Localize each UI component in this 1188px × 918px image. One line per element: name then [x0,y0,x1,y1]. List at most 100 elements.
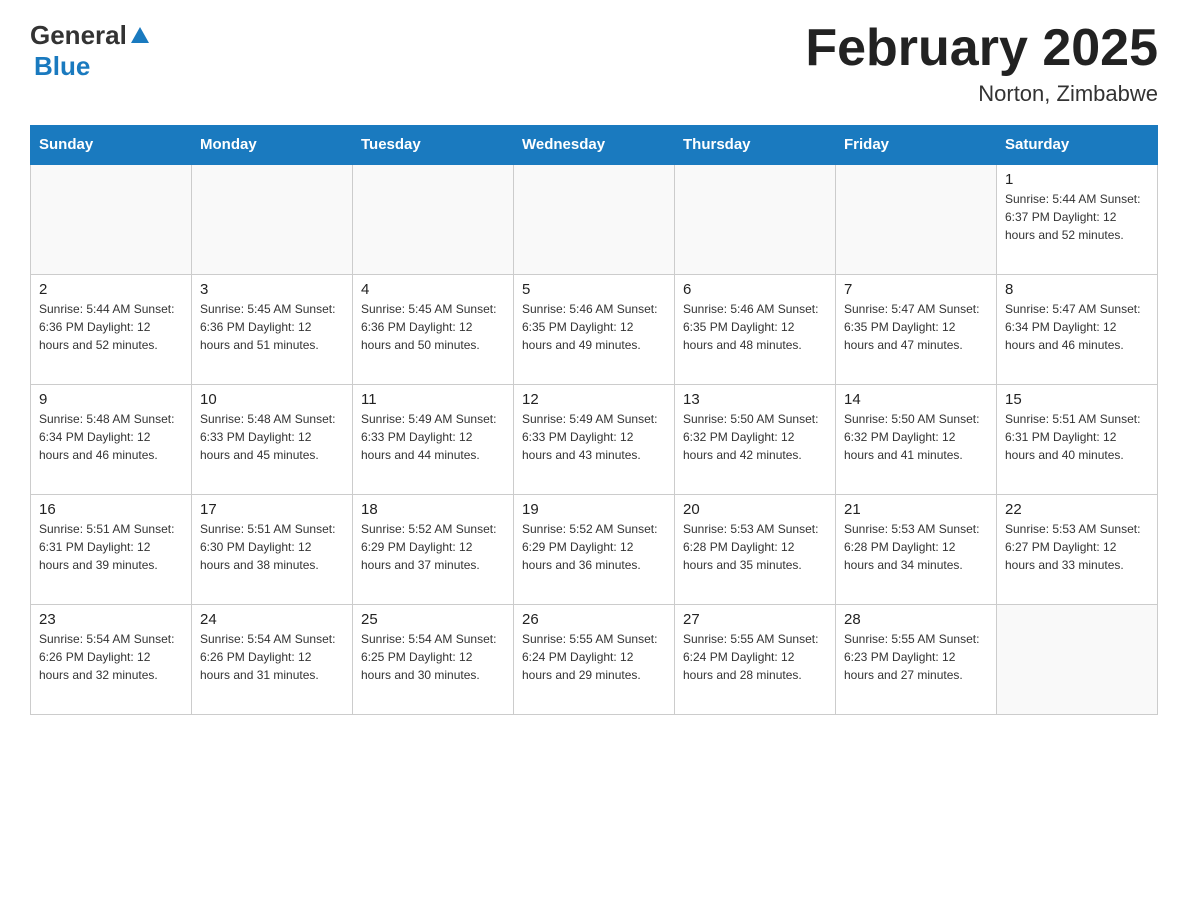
calendar-cell: 4 Sunrise: 5:45 AM Sunset: 6:36 PM Daylig… [353,274,514,384]
calendar-cell: 16 Sunrise: 5:51 AM Sunset: 6:31 PM Dayli… [31,494,192,604]
day-info: Sunrise: 5:51 AM Sunset: 6:31 PM Dayligh… [39,520,183,574]
calendar-cell: 17 Sunrise: 5:51 AM Sunset: 6:30 PM Dayli… [192,494,353,604]
calendar-cell: 21 Sunrise: 5:53 AM Sunset: 6:28 PM Dayli… [836,494,997,604]
day-info: Sunrise: 5:45 AM Sunset: 6:36 PM Dayligh… [361,300,505,354]
logo-general-text: General [30,20,127,51]
calendar-week-2: 2 Sunrise: 5:44 AM Sunset: 6:36 PM Daylig… [31,274,1158,384]
day-info: Sunrise: 5:49 AM Sunset: 6:33 PM Dayligh… [361,410,505,464]
day-number: 17 [200,501,344,518]
col-header-tuesday: Tuesday [353,126,514,165]
calendar-cell [514,164,675,274]
calendar-week-3: 9 Sunrise: 5:48 AM Sunset: 6:34 PM Daylig… [31,384,1158,494]
calendar-cell: 8 Sunrise: 5:47 AM Sunset: 6:34 PM Daylig… [997,274,1158,384]
logo: General Blue [30,20,151,82]
day-info: Sunrise: 5:45 AM Sunset: 6:36 PM Dayligh… [200,300,344,354]
calendar-cell: 26 Sunrise: 5:55 AM Sunset: 6:24 PM Dayli… [514,604,675,714]
day-number: 16 [39,501,183,518]
calendar-cell: 23 Sunrise: 5:54 AM Sunset: 6:26 PM Dayli… [31,604,192,714]
calendar-cell: 11 Sunrise: 5:49 AM Sunset: 6:33 PM Dayli… [353,384,514,494]
day-number: 3 [200,281,344,298]
day-info: Sunrise: 5:54 AM Sunset: 6:26 PM Dayligh… [39,630,183,684]
calendar-cell: 13 Sunrise: 5:50 AM Sunset: 6:32 PM Dayli… [675,384,836,494]
day-info: Sunrise: 5:46 AM Sunset: 6:35 PM Dayligh… [522,300,666,354]
calendar-cell: 12 Sunrise: 5:49 AM Sunset: 6:33 PM Dayli… [514,384,675,494]
day-number: 15 [1005,391,1149,408]
day-info: Sunrise: 5:55 AM Sunset: 6:23 PM Dayligh… [844,630,988,684]
col-header-sunday: Sunday [31,126,192,165]
day-number: 25 [361,611,505,628]
day-number: 12 [522,391,666,408]
day-info: Sunrise: 5:51 AM Sunset: 6:30 PM Dayligh… [200,520,344,574]
day-info: Sunrise: 5:51 AM Sunset: 6:31 PM Dayligh… [1005,410,1149,464]
day-info: Sunrise: 5:47 AM Sunset: 6:35 PM Dayligh… [844,300,988,354]
calendar-week-5: 23 Sunrise: 5:54 AM Sunset: 6:26 PM Dayli… [31,604,1158,714]
day-number: 1 [1005,171,1149,188]
calendar-week-4: 16 Sunrise: 5:51 AM Sunset: 6:31 PM Dayli… [31,494,1158,604]
calendar-table: SundayMondayTuesdayWednesdayThursdayFrid… [30,125,1158,715]
day-number: 26 [522,611,666,628]
calendar-cell [997,604,1158,714]
day-info: Sunrise: 5:54 AM Sunset: 6:26 PM Dayligh… [200,630,344,684]
calendar-header-row: SundayMondayTuesdayWednesdayThursdayFrid… [31,126,1158,165]
day-info: Sunrise: 5:44 AM Sunset: 6:36 PM Dayligh… [39,300,183,354]
day-info: Sunrise: 5:55 AM Sunset: 6:24 PM Dayligh… [683,630,827,684]
day-info: Sunrise: 5:48 AM Sunset: 6:34 PM Dayligh… [39,410,183,464]
day-info: Sunrise: 5:53 AM Sunset: 6:28 PM Dayligh… [683,520,827,574]
col-header-friday: Friday [836,126,997,165]
day-info: Sunrise: 5:44 AM Sunset: 6:37 PM Dayligh… [1005,190,1149,244]
calendar-cell: 6 Sunrise: 5:46 AM Sunset: 6:35 PM Daylig… [675,274,836,384]
calendar-cell: 9 Sunrise: 5:48 AM Sunset: 6:34 PM Daylig… [31,384,192,494]
calendar-cell [836,164,997,274]
calendar-cell [31,164,192,274]
day-number: 8 [1005,281,1149,298]
day-info: Sunrise: 5:49 AM Sunset: 6:33 PM Dayligh… [522,410,666,464]
day-info: Sunrise: 5:52 AM Sunset: 6:29 PM Dayligh… [361,520,505,574]
day-number: 7 [844,281,988,298]
day-number: 21 [844,501,988,518]
calendar-subtitle: Norton, Zimbabwe [805,81,1158,107]
calendar-cell: 3 Sunrise: 5:45 AM Sunset: 6:36 PM Daylig… [192,274,353,384]
header: General Blue February 2025 Norton, Zimba… [30,20,1158,107]
day-info: Sunrise: 5:54 AM Sunset: 6:25 PM Dayligh… [361,630,505,684]
calendar-cell [675,164,836,274]
col-header-monday: Monday [192,126,353,165]
day-number: 22 [1005,501,1149,518]
day-number: 24 [200,611,344,628]
day-info: Sunrise: 5:53 AM Sunset: 6:28 PM Dayligh… [844,520,988,574]
day-number: 14 [844,391,988,408]
day-number: 11 [361,391,505,408]
day-info: Sunrise: 5:47 AM Sunset: 6:34 PM Dayligh… [1005,300,1149,354]
day-info: Sunrise: 5:55 AM Sunset: 6:24 PM Dayligh… [522,630,666,684]
col-header-thursday: Thursday [675,126,836,165]
day-number: 9 [39,391,183,408]
day-number: 20 [683,501,827,518]
day-number: 10 [200,391,344,408]
col-header-wednesday: Wednesday [514,126,675,165]
day-info: Sunrise: 5:53 AM Sunset: 6:27 PM Dayligh… [1005,520,1149,574]
day-number: 13 [683,391,827,408]
day-number: 2 [39,281,183,298]
day-number: 4 [361,281,505,298]
day-number: 28 [844,611,988,628]
title-area: February 2025 Norton, Zimbabwe [805,20,1158,107]
calendar-cell: 5 Sunrise: 5:46 AM Sunset: 6:35 PM Daylig… [514,274,675,384]
calendar-cell: 14 Sunrise: 5:50 AM Sunset: 6:32 PM Dayli… [836,384,997,494]
day-number: 5 [522,281,666,298]
logo-blue-text: Blue [34,51,90,82]
day-info: Sunrise: 5:52 AM Sunset: 6:29 PM Dayligh… [522,520,666,574]
calendar-cell: 25 Sunrise: 5:54 AM Sunset: 6:25 PM Dayli… [353,604,514,714]
calendar-cell [192,164,353,274]
calendar-title: February 2025 [805,20,1158,77]
calendar-cell: 22 Sunrise: 5:53 AM Sunset: 6:27 PM Dayli… [997,494,1158,604]
day-number: 6 [683,281,827,298]
day-info: Sunrise: 5:50 AM Sunset: 6:32 PM Dayligh… [683,410,827,464]
calendar-cell: 18Sunrise: 5:52 AM Sunset: 6:29 PM Dayli… [353,494,514,604]
calendar-week-1: 1 Sunrise: 5:44 AM Sunset: 6:37 PM Daylig… [31,164,1158,274]
calendar-cell: 2 Sunrise: 5:44 AM Sunset: 6:36 PM Daylig… [31,274,192,384]
calendar-cell: 1 Sunrise: 5:44 AM Sunset: 6:37 PM Daylig… [997,164,1158,274]
day-number: 19 [522,501,666,518]
calendar-cell: 10Sunrise: 5:48 AM Sunset: 6:33 PM Dayli… [192,384,353,494]
day-info: Sunrise: 5:46 AM Sunset: 6:35 PM Dayligh… [683,300,827,354]
day-number: 23 [39,611,183,628]
day-info: Sunrise: 5:50 AM Sunset: 6:32 PM Dayligh… [844,410,988,464]
